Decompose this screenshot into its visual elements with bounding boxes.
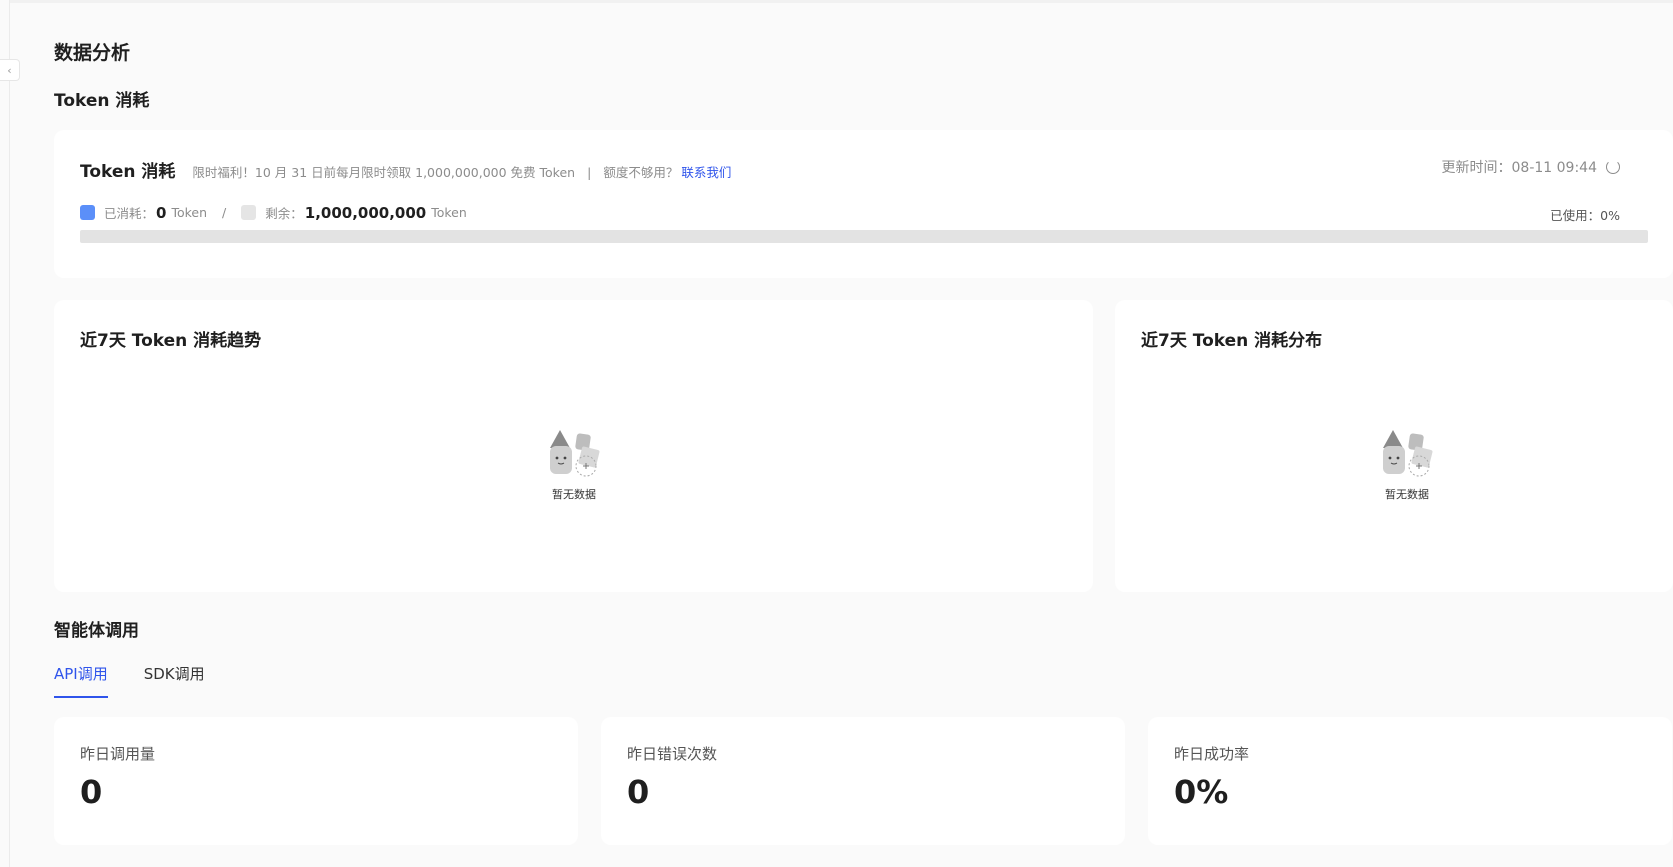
- stat-value: 0: [80, 773, 103, 811]
- stat-value: 0%: [1174, 773, 1229, 811]
- usage-progress-bar: [80, 230, 1648, 243]
- empty-illustration-icon: [550, 430, 600, 477]
- remain-value: 1,000,000,000: [304, 203, 427, 222]
- used-label: 已消耗：: [104, 206, 155, 221]
- refresh-icon[interactable]: [1606, 160, 1620, 174]
- token-card-header: Token 消耗 限时福利！10 月 31 日前每月限时领取 1,000,000…: [80, 157, 731, 182]
- trend-chart-title: 近7天 Token 消耗趋势: [80, 331, 262, 351]
- chevron-left-icon: ‹: [7, 63, 12, 77]
- legend-slash: /: [222, 205, 227, 220]
- trend-chart-card: 近7天 Token 消耗趋势 暂无数据: [54, 300, 1093, 592]
- agent-section-heading: 智能体调用: [54, 621, 139, 641]
- stat-card-success-rate: 昨日成功率 0%: [1148, 717, 1672, 845]
- stat-value: 0: [627, 773, 650, 811]
- stat-label: 昨日调用量: [80, 745, 156, 763]
- top-border: [10, 0, 1673, 3]
- used-swatch: [80, 205, 95, 220]
- distribution-chart-title: 近7天 Token 消耗分布: [1141, 331, 1323, 351]
- page-title: 数据分析: [54, 42, 131, 64]
- update-time-label: 更新时间：08-11 09:44: [1441, 160, 1597, 176]
- update-time: 更新时间：08-11 09:44: [1442, 157, 1620, 177]
- stat-card-errors: 昨日错误次数 0: [601, 717, 1125, 845]
- token-usage-card: Token 消耗 限时福利！10 月 31 日前每月限时领取 1,000,000…: [54, 130, 1673, 278]
- promo-text: 限时福利！10 月 31 日前每月限时领取 1,000,000,000 免费 T…: [192, 165, 576, 180]
- remain-swatch: [241, 205, 257, 220]
- empty-illustration-icon: [1383, 430, 1433, 477]
- distribution-chart-card: 近7天 Token 消耗分布 暂无数据: [1115, 300, 1673, 592]
- remain-label: 剩余：: [265, 206, 303, 221]
- contact-us-link[interactable]: 联系我们: [681, 162, 731, 181]
- trend-empty-text: 暂无数据: [552, 488, 596, 501]
- invocation-tabs: API调用 SDK调用: [54, 663, 241, 698]
- stat-card-calls: 昨日调用量 0: [54, 717, 578, 845]
- distribution-empty-state: 暂无数据: [1347, 428, 1467, 502]
- remain-unit: Token: [431, 205, 467, 220]
- stat-label: 昨日成功率: [1174, 745, 1250, 763]
- tab-sdk[interactable]: SDK调用: [144, 663, 205, 698]
- distribution-empty-text: 暂无数据: [1385, 488, 1429, 501]
- used-unit: Token: [171, 205, 208, 220]
- used-value: 0: [156, 203, 167, 222]
- quota-question: 额度不够用？: [603, 165, 679, 180]
- header-separator: |: [587, 165, 592, 180]
- trend-empty-state: 暂无数据: [514, 428, 634, 502]
- token-section-heading: Token 消耗: [54, 91, 150, 111]
- usage-legend: 已消耗： 0 Token / 剩余： 1,000,000,000 Token: [80, 203, 467, 222]
- left-sidebar-rail: [0, 0, 10, 867]
- sidebar-collapse-button[interactable]: ‹: [0, 59, 20, 81]
- token-card-title: Token 消耗: [80, 162, 176, 182]
- tab-api[interactable]: API调用: [54, 663, 108, 698]
- usage-percent: 已使用：0%: [1550, 208, 1620, 223]
- stat-label: 昨日错误次数: [627, 745, 718, 763]
